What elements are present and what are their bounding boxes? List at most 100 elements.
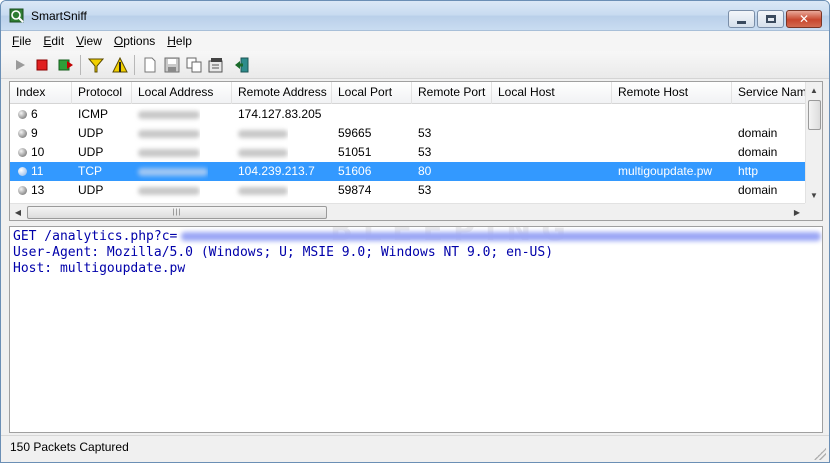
menu-options[interactable]: Options: [109, 34, 160, 48]
column-local-port[interactable]: Local Port: [332, 82, 412, 104]
column-protocol[interactable]: Protocol: [72, 82, 132, 104]
filter-icon: [88, 58, 104, 73]
cell-remote-address: 174.127.83.205: [238, 107, 322, 121]
maximize-button[interactable]: [757, 10, 784, 28]
menu-bar: File Edit View Options Help: [1, 31, 829, 51]
filter-alt-icon: [112, 57, 128, 73]
menu-file[interactable]: File: [7, 34, 36, 48]
cell-local-port: 59665: [338, 126, 372, 140]
cell-local-port: 59874: [338, 183, 372, 197]
copy-icon: [186, 57, 202, 73]
cell-local-address-redacted: [132, 124, 200, 143]
menu-help[interactable]: Help: [162, 34, 197, 48]
cell-index: 10: [31, 145, 45, 159]
vertical-scrollbar[interactable]: ▲ ▼: [805, 82, 822, 204]
scrollbar-corner: [805, 203, 822, 220]
packet-content-view[interactable]: BLEEPING GET /analytics.php?c= User-Agen…: [9, 226, 823, 433]
cell-index: 11: [31, 164, 44, 178]
vertical-scroll-thumb[interactable]: [808, 100, 821, 130]
cell-local-address-redacted: [132, 105, 200, 124]
capture-options-button[interactable]: [57, 56, 75, 74]
stop-capture-button[interactable]: [33, 56, 51, 74]
app-window: SmartSniff ✕ File Edit View Options Help: [0, 0, 830, 463]
menu-edit[interactable]: Edit: [38, 34, 69, 48]
cell-remote-port: 53: [418, 126, 432, 140]
window-title: SmartSniff: [31, 9, 87, 23]
status-bar: 150 Packets Captured: [1, 435, 829, 462]
close-icon: ✕: [798, 12, 810, 26]
cell-remote-address-redacted: [232, 181, 288, 200]
start-capture-button[interactable]: [11, 56, 29, 74]
properties-icon: [208, 58, 223, 73]
cell-service-name: http: [738, 164, 759, 178]
minimize-button[interactable]: [728, 10, 755, 28]
exit-icon: [235, 57, 249, 73]
exit-button[interactable]: [233, 56, 251, 74]
cell-index: 13: [31, 183, 45, 197]
scroll-right-arrow-icon[interactable]: ▶: [789, 204, 805, 220]
table-row[interactable]: 13 UDP 59874 53 domain: [10, 181, 806, 200]
cell-local-address-redacted: [132, 162, 208, 181]
cell-protocol: UDP: [78, 126, 104, 140]
close-button[interactable]: ✕: [786, 10, 822, 28]
scroll-up-arrow-icon[interactable]: ▲: [806, 82, 822, 99]
save-button[interactable]: [163, 56, 181, 74]
copy-button[interactable]: [185, 56, 203, 74]
column-service-name[interactable]: Service Name: [732, 82, 806, 104]
cell-service-name: domain: [738, 126, 778, 140]
column-local-host[interactable]: Local Host: [492, 82, 612, 104]
cell-remote-host: multigoupdate.pw: [618, 164, 713, 178]
column-remote-host[interactable]: Remote Host: [612, 82, 732, 104]
cell-local-port: 51606: [338, 164, 372, 178]
smartsniff-app-icon: [9, 8, 24, 23]
column-remote-port[interactable]: Remote Port: [412, 82, 492, 104]
scroll-left-arrow-icon[interactable]: ◀: [10, 204, 26, 220]
cell-protocol: UDP: [78, 183, 104, 197]
cell-local-address-redacted: [132, 143, 200, 162]
column-index[interactable]: Index: [10, 82, 72, 104]
cell-remote-address-redacted: [232, 124, 288, 143]
table-row[interactable]: 6 ICMP 174.127.83.205: [10, 105, 806, 124]
cell-local-port: 51051: [338, 145, 372, 159]
table-row[interactable]: 10 UDP 51051 53 domain: [10, 143, 806, 162]
play-icon: [16, 60, 25, 70]
cell-service-name: domain: [738, 145, 778, 159]
minimize-icon: [737, 20, 746, 24]
horizontal-scrollbar[interactable]: ◀ ||| ▶: [10, 203, 806, 220]
filter-alt-button[interactable]: [111, 56, 129, 74]
host-line: Host: multigoupdate.pw: [13, 261, 186, 276]
table-row[interactable]: 9 UDP 59665 53 domain: [10, 124, 806, 143]
cell-service-name: domain: [738, 183, 778, 197]
new-button[interactable]: [141, 56, 159, 74]
stop-icon: [36, 59, 48, 71]
cell-index: 9: [31, 126, 38, 140]
table-row-selected[interactable]: 11 TCP 104.239.213.7 51606 80 multigoupd…: [10, 162, 806, 181]
filter-button[interactable]: [87, 56, 105, 74]
column-remote-address[interactable]: Remote Address: [232, 82, 332, 104]
cell-remote-address-redacted: [232, 143, 288, 162]
packet-list[interactable]: Index Protocol Local Address Remote Addr…: [9, 81, 823, 221]
redacted-query: [181, 232, 822, 241]
toolbar-separator: [80, 55, 81, 75]
column-local-address[interactable]: Local Address: [132, 82, 232, 104]
cell-index: 6: [31, 107, 38, 121]
scroll-down-arrow-icon[interactable]: ▼: [806, 187, 822, 204]
cell-protocol: TCP: [78, 164, 102, 178]
resize-grip-icon[interactable]: [814, 448, 826, 460]
maximize-icon: [765, 15, 776, 23]
cell-local-address-redacted: [132, 181, 200, 200]
horizontal-scroll-thumb[interactable]: |||: [27, 206, 327, 219]
cell-remote-address: 104.239.213.7: [238, 164, 315, 178]
list-header: Index Protocol Local Address Remote Addr…: [10, 82, 806, 104]
cell-protocol: ICMP: [78, 107, 108, 121]
cell-protocol: UDP: [78, 145, 104, 159]
title-bar[interactable]: SmartSniff ✕: [1, 1, 829, 31]
menu-view[interactable]: View: [71, 34, 107, 48]
toolbar-separator: [134, 55, 135, 75]
user-agent-line: User-Agent: Mozilla/5.0 (Windows; U; MSI…: [13, 245, 554, 260]
cell-remote-port: 53: [418, 183, 432, 197]
cell-remote-port: 80: [418, 164, 432, 178]
properties-button[interactable]: [207, 56, 225, 74]
toolbar: [1, 51, 829, 79]
packets-captured-status: 150 Packets Captured: [10, 440, 129, 454]
